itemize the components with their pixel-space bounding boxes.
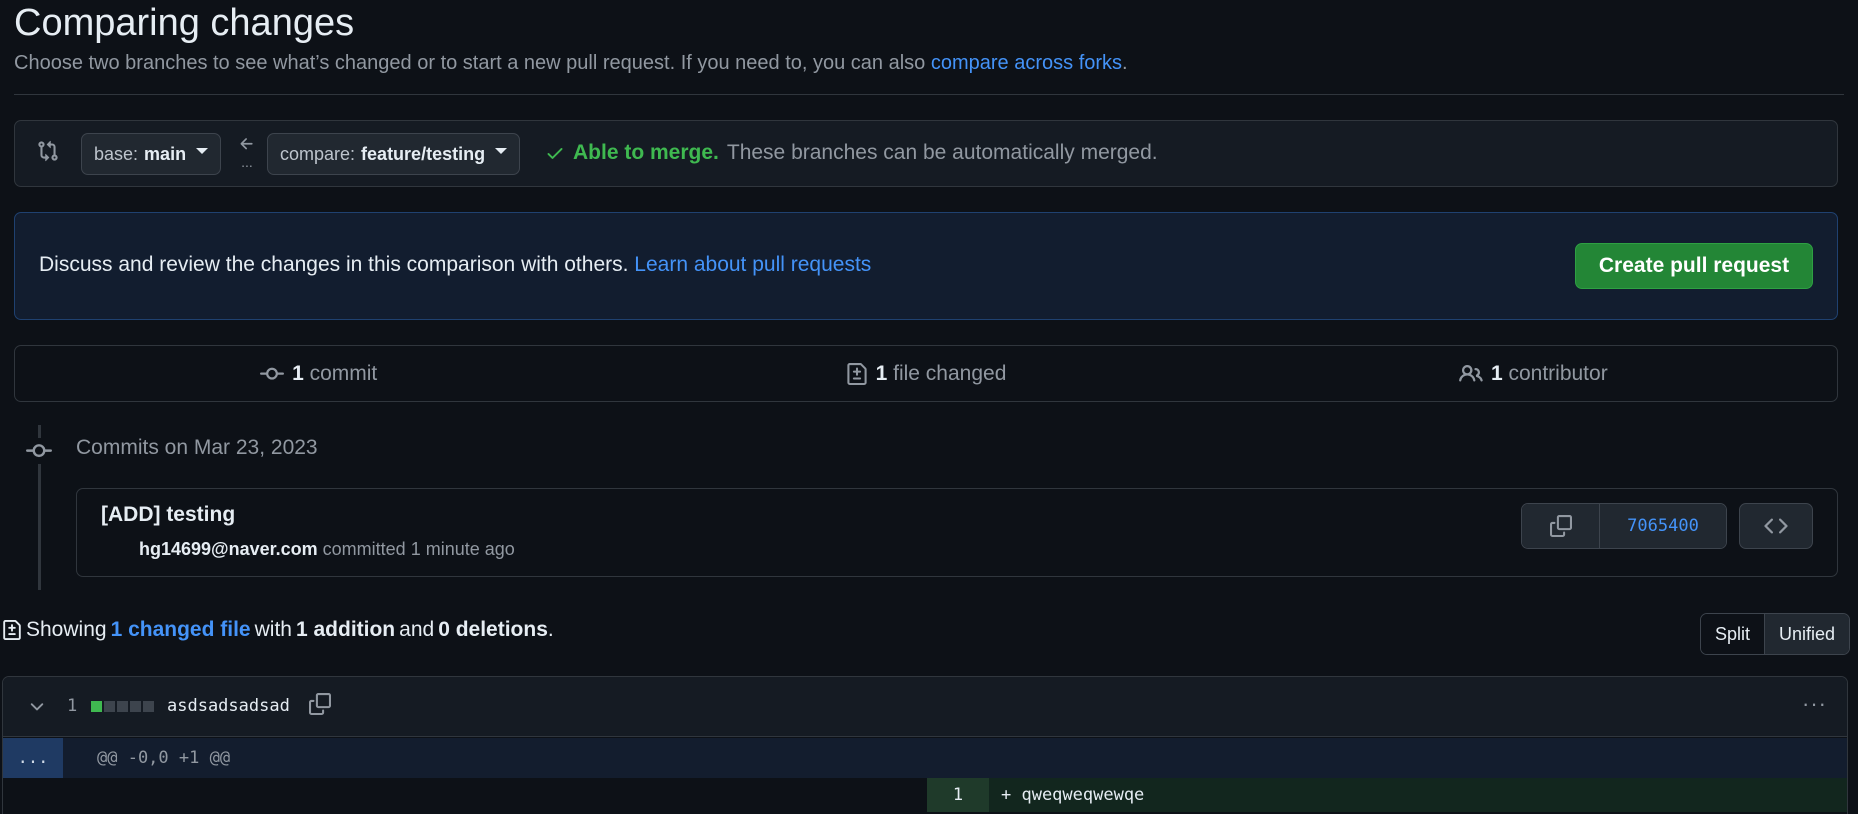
git-compare-icon	[37, 139, 59, 163]
compare-branch-name: feature/testing	[361, 143, 486, 164]
commit-author-link[interactable]: hg14699@naver.com	[139, 539, 318, 559]
learn-pull-requests-link[interactable]: Learn about pull requests	[634, 253, 871, 276]
base-branch-dropdown[interactable]: base: main	[81, 133, 222, 175]
commits-date-heading: Commits on Mar 23, 2023	[76, 436, 318, 459]
hunk-header-text: @@ -0,0 +1 @@	[97, 748, 231, 768]
commit-item: [ADD] testing hg14699@naver.com committe…	[76, 488, 1838, 577]
toc-showing: Showing	[26, 618, 107, 641]
merge-status: Able to merge. These branches can be aut…	[545, 141, 1158, 165]
diff-toc: Showing 1 changed file with 1 addition a…	[2, 618, 554, 642]
arrow-left-icon: ...	[235, 135, 259, 169]
toc-end: .	[547, 618, 554, 641]
base-branch-name: main	[144, 143, 187, 164]
commit-node-icon	[26, 438, 52, 464]
changed-files-link[interactable]: 1 changed file	[111, 618, 251, 642]
header-divider	[14, 94, 1844, 95]
commit-meta-text: committed 1 minute ago	[322, 539, 515, 559]
description-text: Choose two branches to see what’s change…	[14, 52, 931, 74]
commit-icon	[260, 362, 285, 386]
files-count: 1	[875, 361, 888, 385]
check-icon	[545, 143, 565, 163]
toc-additions: 1 addition	[295, 618, 396, 641]
diffstat-bar	[91, 701, 154, 712]
file-change-count: 1	[67, 696, 78, 716]
commit-sha-group: 7065400	[1521, 503, 1727, 549]
page-title: Comparing changes	[14, 2, 355, 44]
copy-sha-button[interactable]	[1522, 504, 1600, 548]
file-diff: 1 asdsadsadsad ··· ... @@ -0,0 +1 @@ 1 +…	[2, 676, 1848, 814]
discuss-text: Discuss and review the changes in this c…	[39, 253, 629, 276]
file-diff-icon	[846, 362, 868, 386]
file-header: 1 asdsadsadsad ···	[3, 677, 1847, 737]
description-end: .	[1122, 52, 1128, 74]
diff-view-toggle: Split Unified	[1699, 613, 1850, 655]
diffstat-block	[91, 701, 102, 712]
diffstat-block	[143, 701, 154, 712]
commit-title-link[interactable]: [ADD] testing	[101, 503, 235, 527]
commit-meta: hg14699@naver.com committed 1 minute ago	[139, 539, 515, 560]
browse-repo-button[interactable]	[1739, 503, 1813, 549]
unified-view-button[interactable]: Unified	[1763, 614, 1849, 654]
toc-and: and	[399, 618, 435, 641]
diffstat-block	[104, 701, 115, 712]
contributors-summary-link[interactable]: 1 contributor	[1230, 346, 1837, 401]
caret-down-icon	[495, 148, 508, 154]
discuss-text-wrap: Discuss and review the changes in this c…	[39, 253, 871, 277]
toc-deletions: 0 deletions	[438, 618, 548, 641]
copy-icon	[1549, 515, 1572, 537]
split-view-button[interactable]: Split	[1700, 614, 1764, 654]
kebab-horizontal-icon[interactable]: ···	[1802, 691, 1827, 717]
discuss-banner: Discuss and review the changes in this c…	[14, 212, 1838, 320]
diffstat-block	[117, 701, 128, 712]
contributors-label: contributor	[1508, 361, 1608, 385]
commits-label: commit	[309, 361, 378, 385]
empty-old-column	[3, 778, 927, 812]
chevron-down-icon[interactable]	[27, 697, 47, 717]
file-diff-icon	[2, 618, 22, 642]
files-label: file changed	[893, 361, 1007, 385]
commits-count: 1	[292, 361, 304, 385]
numbers-summary: 1 commit 1 file changed 1 contributor	[14, 345, 1838, 402]
people-icon	[1459, 362, 1483, 386]
contributors-count: 1	[1490, 361, 1503, 385]
create-pull-request-button[interactable]: Create pull request	[1575, 243, 1813, 289]
compare-forks-link[interactable]: compare across forks	[931, 52, 1122, 74]
commits-summary-link[interactable]: 1 commit	[15, 346, 622, 401]
base-prefix: base:	[94, 143, 139, 164]
code-icon	[1764, 514, 1788, 538]
file-name-link[interactable]: asdsadsadsad	[167, 696, 290, 716]
addition-row: 1 + qweqweqwewqe	[3, 778, 1847, 812]
copy-path-icon[interactable]	[309, 693, 331, 715]
added-line-code: + qweqweqwewqe	[989, 778, 1847, 812]
range-editor: base: main ... compare: feature/testing …	[14, 120, 1838, 187]
compare-prefix: compare:	[280, 143, 356, 164]
toc-with: with	[254, 618, 292, 641]
merge-ok-label: Able to merge.	[573, 141, 719, 164]
caret-down-icon	[196, 148, 209, 154]
hunk-header-row: ... @@ -0,0 +1 @@	[3, 738, 1847, 778]
page-description: Choose two branches to see what’s change…	[14, 52, 1128, 75]
merge-text: These branches can be automatically merg…	[726, 141, 1158, 164]
expand-hunk-button[interactable]: ...	[3, 738, 63, 778]
commit-sha-link[interactable]: 7065400	[1600, 504, 1726, 548]
files-summary-link[interactable]: 1 file changed	[622, 346, 1229, 401]
diffstat-block	[130, 701, 141, 712]
compare-branch-dropdown[interactable]: compare: feature/testing	[267, 133, 521, 175]
line-number[interactable]: 1	[927, 778, 989, 812]
